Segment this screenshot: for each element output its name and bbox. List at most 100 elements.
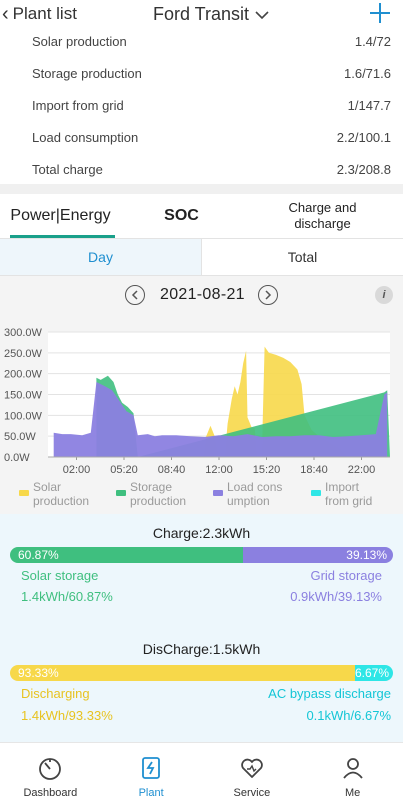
stat-row-total-charge: Total charge 2.3/208.8 (0, 154, 403, 186)
nav-label: Plant (138, 787, 164, 799)
legend-swatch (213, 490, 223, 496)
stat-label: Total charge (32, 162, 103, 177)
grid-storage-label: Grid storage (310, 568, 382, 583)
charge-title: Charge:2.3kWh (152, 525, 251, 541)
legend-swatch (19, 490, 29, 496)
discharge-bar-ac-bypass: 6.67% (354, 665, 393, 681)
stat-label: Load consumption (32, 130, 139, 145)
back-button[interactable]: ‹ Plant list (2, 4, 77, 24)
charge-section: Charge:2.3kWh 60.87% 39.13% Solar storag… (0, 514, 403, 742)
user-icon (342, 758, 363, 779)
app-root: ‹ Plant list Ford Transit Solar producti… (0, 0, 403, 803)
legend-label: Import from grid (325, 480, 373, 508)
legend-label: Load consumption (227, 480, 283, 508)
plant-icon (142, 757, 161, 779)
x-tick-label: 15:20 (253, 464, 281, 476)
solar-storage-detail: 1.4kWh/60.87% (21, 589, 113, 604)
stats-list: Solar production 1.4/72 Storage producti… (0, 26, 403, 186)
legend-label: Storage production (130, 480, 187, 508)
chevron-down-icon (255, 10, 269, 19)
date-navigator: 2021-08-21 i (0, 276, 403, 316)
add-icon[interactable] (369, 2, 391, 24)
solar-storage-label: Solar storage (21, 568, 99, 583)
legend-swatch (116, 490, 126, 496)
tab-soc[interactable]: SOC (121, 194, 242, 238)
nav-dashboard[interactable]: Dashboard (0, 743, 101, 803)
stat-row-storage-production: Storage production 1.6/71.6 (0, 58, 403, 90)
chart-tabs: Power|Energy SOC Charge and discharge (0, 194, 403, 238)
x-tick-label: 05:20 (110, 464, 138, 476)
stat-label: Storage production (32, 66, 142, 81)
y-tick-label: 250.0W (4, 348, 43, 360)
section-divider (0, 184, 403, 194)
ac-bypass-detail: 0.1kWh/6.67% (306, 708, 391, 723)
nav-label: Me (344, 787, 361, 799)
chart-legend: Solar production Storage production Load… (0, 478, 403, 514)
tab-day[interactable]: Day (0, 239, 202, 275)
stat-value: 2.2/100.1 (336, 130, 391, 145)
top-header: ‹ Plant list Ford Transit (0, 0, 403, 30)
x-tick-label: 12:00 (205, 464, 233, 476)
legend-solar-production[interactable]: Solar production (19, 480, 103, 508)
discharge-title: DisCharge:1.5kWh (142, 641, 261, 657)
next-date-button[interactable] (258, 285, 278, 305)
charge-bar: 60.87% 39.13% (10, 547, 393, 563)
legend-label: Solar production (33, 480, 90, 508)
charge-right-percent: 39.13% (346, 548, 387, 562)
info-icon[interactable]: i (375, 286, 393, 304)
legend-swatch (311, 490, 321, 496)
charge-bar-solar: 60.87% (10, 547, 244, 563)
nav-label: Dashboard (23, 787, 78, 799)
legend-load-consumption[interactable]: Load consumption (213, 480, 289, 508)
y-tick-label: 100.0W (4, 410, 43, 422)
page-title: Ford Transit (153, 4, 250, 24)
dashboard-icon (39, 758, 62, 780)
plant-selector[interactable]: Ford Transit (153, 4, 269, 25)
stat-row-load-consumption: Load consumption 2.2/100.1 (0, 122, 403, 154)
period-tabs: Day Total (0, 238, 403, 276)
power-chart-svg: 0.0W 50.0W 100.0W 150.0W 200.0W 250.0W 300.0W 0… (4, 327, 391, 476)
y-tick-label: 50.0W (4, 431, 36, 443)
ac-bypass-label: AC bypass discharge (268, 686, 391, 701)
stat-value: 1.6/71.6 (344, 66, 391, 81)
discharging-label: Discharging (21, 686, 90, 701)
prev-date-button[interactable] (125, 285, 145, 305)
service-icon (241, 758, 263, 778)
chevron-left-icon (131, 290, 138, 300)
discharge-bar-discharging: 93.33% (10, 665, 355, 681)
nav-label: Service (233, 787, 271, 799)
nav-plant[interactable]: Plant (101, 743, 202, 803)
y-tick-label: 150.0W (4, 390, 43, 402)
nav-service[interactable]: Service (202, 743, 303, 803)
x-tick-label: 18:40 (300, 464, 328, 476)
date-label[interactable]: 2021-08-21 (160, 286, 245, 304)
tab-power-energy[interactable]: Power|Energy (0, 194, 121, 238)
stat-value: 2.3/208.8 (336, 162, 391, 177)
tab-total[interactable]: Total (202, 239, 403, 275)
chevron-left-icon: ‹ (2, 3, 9, 25)
back-label: Plant list (12, 4, 77, 23)
discharge-left-percent: 93.33% (18, 666, 59, 680)
x-tick-label: 22:00 (348, 464, 376, 476)
stat-value: 1/147.7 (347, 98, 391, 113)
y-tick-label: 300.0W (4, 327, 43, 339)
tab-charge-discharge[interactable]: Charge and discharge (242, 194, 403, 238)
grid-storage-detail: 0.9kWh/39.13% (290, 589, 382, 604)
stat-label: Import from grid (32, 98, 124, 113)
y-tick-label: 200.0W (4, 369, 43, 381)
legend-import-from-grid[interactable]: Import from grid (311, 480, 385, 508)
discharge-bar: 93.33% 6.67% (10, 665, 393, 681)
stat-row-solar-production: Solar production 1.4/72 (0, 26, 403, 58)
discharging-detail: 1.4kWh/93.33% (21, 708, 113, 723)
legend-storage-production[interactable]: Storage production (116, 480, 200, 508)
charge-bar-grid: 39.13% (243, 547, 393, 563)
y-tick-label: 0.0W (4, 452, 30, 464)
x-tick-label: 08:40 (158, 464, 186, 476)
stat-value: 1.4/72 (354, 34, 391, 49)
stat-label: Solar production (32, 34, 127, 49)
charge-left-percent: 60.87% (18, 548, 59, 562)
bottom-nav: Dashboard Plant Service Me (0, 742, 403, 803)
discharge-right-percent: 6.67% (354, 666, 389, 680)
x-tick-label: 02:00 (63, 464, 91, 476)
nav-me[interactable]: Me (302, 743, 403, 803)
